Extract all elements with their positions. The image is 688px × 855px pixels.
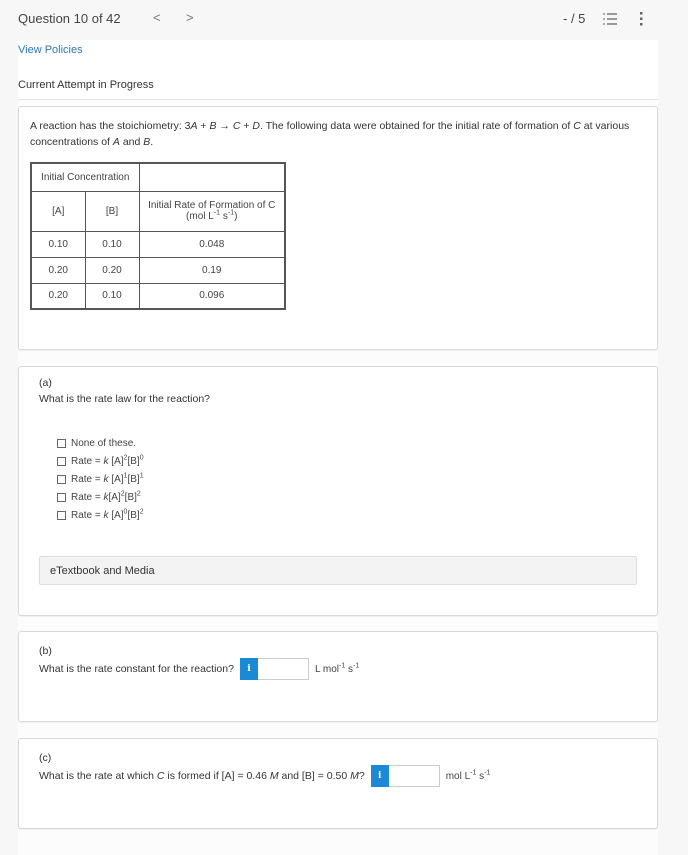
column-header-a: [A] <box>30 190 86 232</box>
chevron-right-icon[interactable]: > <box>186 10 194 25</box>
part-c-unit: mol L-1 s-1 <box>445 769 491 782</box>
part-a-question: What is the rate law for the reaction? <box>39 393 210 405</box>
part-c-label: (c) <box>39 752 52 764</box>
rate-law-options: None of these. Rate = k [A]2[B]0 Rate = … <box>57 436 144 526</box>
score-display: - / 5 <box>563 11 586 26</box>
question-counter: Question 10 of 42 <box>18 11 121 26</box>
part-a-card: (a) What is the rate law for the reactio… <box>18 366 658 616</box>
checkbox[interactable] <box>57 511 66 520</box>
checkbox[interactable] <box>57 457 66 466</box>
table-row: 0.20 0.20 0.19 <box>30 256 286 284</box>
more-vertical-icon[interactable] <box>639 12 643 26</box>
part-c-question: What is the rate at which C is formed if… <box>39 770 365 782</box>
part-b-card: (b) What is the rate constant for the re… <box>18 631 658 722</box>
column-header-rate: Initial Rate of Formation of C (mol L-1 … <box>138 190 286 232</box>
part-c-card: (c) What is the rate at which C is forme… <box>18 738 658 829</box>
part-a-label: (a) <box>39 377 52 389</box>
part-b-question: What is the rate constant for the reacti… <box>39 663 234 675</box>
question-content: View Policies Current Attempt in Progres… <box>18 40 658 855</box>
chevron-left-icon[interactable]: < <box>153 10 161 25</box>
option-none[interactable]: None of these. <box>57 436 144 451</box>
option-a2-b2[interactable]: Rate = k[A]2[B]2 <box>57 490 144 505</box>
rate-constant-input[interactable] <box>257 658 309 680</box>
problem-statement: A reaction has the stoichiometry: 3A + B… <box>30 120 630 148</box>
option-a2-b0[interactable]: Rate = k [A]2[B]0 <box>57 454 144 469</box>
rate-data-table: Initial Concentration [A] [B] Initial Ra… <box>30 162 286 310</box>
checkbox[interactable] <box>57 475 66 484</box>
part-b-unit: L mol-1 s-1 <box>314 662 360 675</box>
column-header-b: [B] <box>84 190 140 232</box>
table-row: 0.20 0.10 0.096 <box>30 282 286 310</box>
option-a1-b1[interactable]: Rate = k [A]1[B]1 <box>57 472 144 487</box>
option-a0-b2[interactable]: Rate = k [A]0[B]2 <box>57 508 144 523</box>
info-icon[interactable]: i <box>239 658 258 680</box>
formation-rate-input[interactable] <box>388 765 440 787</box>
checkbox[interactable] <box>57 439 66 448</box>
part-b-label: (b) <box>39 645 52 657</box>
checkbox[interactable] <box>57 493 66 502</box>
problem-card: A reaction has the stoichiometry: 3A + B… <box>18 106 658 350</box>
group-header: Initial Concentration <box>30 162 140 192</box>
part-b-answer-row: What is the rate constant for the reacti… <box>39 658 359 680</box>
view-policies-link[interactable]: View Policies <box>18 44 83 56</box>
part-c-answer-row: What is the rate at which C is formed if… <box>39 765 490 787</box>
attempt-status: Current Attempt in Progress <box>18 79 154 91</box>
question-header: View Policies Current Attempt in Progres… <box>18 40 658 100</box>
top-bar: Question 10 of 42 < > - / 5 <box>0 0 688 40</box>
list-icon[interactable] <box>603 13 617 25</box>
etextbook-media-button[interactable]: eTextbook and Media <box>39 556 637 585</box>
table-row: 0.10 0.10 0.048 <box>30 230 286 258</box>
empty-header-cell <box>138 162 286 192</box>
info-icon[interactable]: i <box>370 765 389 787</box>
